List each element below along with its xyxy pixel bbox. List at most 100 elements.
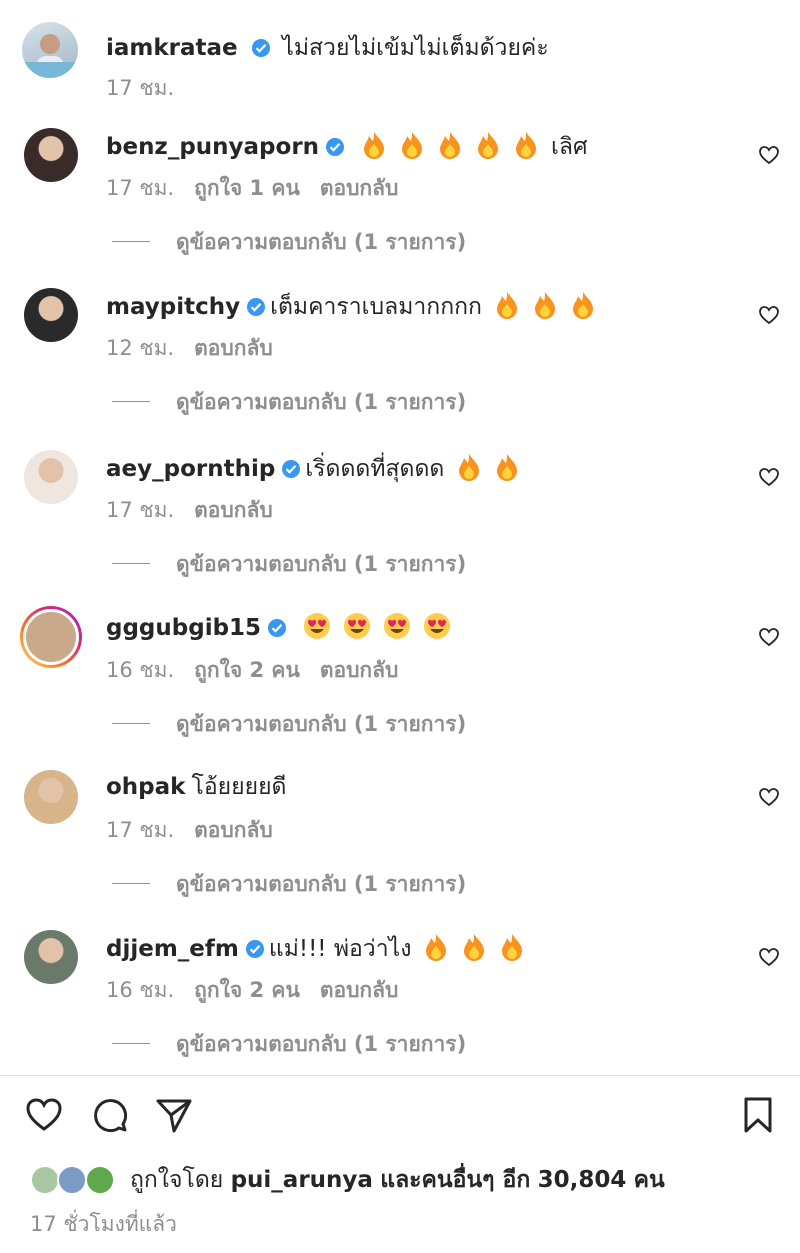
comment-body: gggubgib15 [106,612,451,643]
comment-text: เริ่ดดดที่สุดดด [305,456,445,482]
comment-username[interactable]: gggubgib15 [106,615,261,641]
post-time: 17 ชั่วโมงที่แล้ว [30,1212,177,1236]
comment-time: 17 ชม. [106,818,175,842]
fire-icon [364,132,385,159]
comment-like-heart-icon[interactable] [758,946,780,968]
bookmark-icon[interactable] [738,1095,778,1135]
liker-avatar [30,1165,60,1195]
replies-dash [112,400,150,402]
view-replies-button[interactable]: ดูข้อความตอบกลับ (1 รายการ) [112,386,466,419]
comment-like-heart-icon[interactable] [758,466,780,488]
verified-badge-icon [247,298,266,316]
reply-button[interactable]: ตอบกลับ [194,336,273,360]
reply-button[interactable]: ตอบกลับ [320,176,399,200]
comment-avatar[interactable] [24,450,78,504]
fire-icon [459,454,480,481]
liker-avatar [84,1165,115,1195]
likes-count[interactable]: 30,804 [538,1167,627,1193]
liker-avatar [57,1165,88,1195]
view-replies-button[interactable]: ดูข้อความตอบกลับ (1 รายการ) [112,1028,466,1061]
comment-like-count[interactable]: ถูกใจ 2 คน [194,978,300,1002]
likes-middle[interactable]: และคนอื่นๆ อีก [380,1167,530,1193]
comment-meta: 16 ชม. ถูกใจ 2 คน ตอบกลับ [106,974,418,1007]
view-replies-label: ดูข้อความตอบกลับ (1 รายการ) [176,712,467,736]
heart-eyes-emoji-icon [384,613,411,639]
fire-icon [464,934,485,961]
fire-icon [502,934,523,961]
caption-text: ไม่สวยไม่เข้มไม่เต็มด้วยค่ะ [282,35,549,61]
comment-time: 17 ชม. [106,176,175,200]
view-replies-label: ดูข้อความตอบกลับ (1 รายการ) [176,872,467,896]
reply-button[interactable]: ตอบกลับ [194,818,273,842]
post-caption: iamkratae ไม่สวยไม่เข้มไม่เต็มด้วยค่ะ 17… [22,22,782,112]
likes-suffix[interactable]: คน [634,1167,665,1193]
comment-text: โอ้ยยยยดี [191,774,287,800]
paper-plane-icon[interactable] [154,1095,194,1135]
reply-button[interactable]: ตอบกลับ [320,658,399,682]
fire-icon [426,934,447,961]
comment-username[interactable]: aey_pornthip [106,456,275,482]
comment-avatar[interactable] [24,128,78,182]
view-replies-button[interactable]: ดูข้อความตอบกลับ (1 รายการ) [112,708,466,741]
comment-like-heart-icon[interactable] [758,786,780,808]
comment-like-count[interactable]: ถูกใจ 1 คน [194,176,300,200]
verified-badge-icon [245,940,264,958]
comment-body: maypitchy เต็มคาราเบลมากกกก [106,290,596,322]
view-replies-label: ดูข้อความตอบกลับ (1 รายการ) [176,552,467,576]
fire-icon [535,292,555,319]
fire-icon [573,292,593,319]
caption-time: 17 ชม. [106,76,175,100]
likes-prefix: ถูกใจโดย [129,1167,224,1193]
comment-text: เต็มคาราเบลมากกกก [270,294,482,320]
replies-dash [112,1042,150,1044]
view-replies-label: ดูข้อความตอบกลับ (1 รายการ) [176,1032,467,1056]
view-replies-label: ดูข้อความตอบกลับ (1 รายการ) [176,390,467,414]
comment-like-heart-icon[interactable] [758,626,780,648]
replies-dash [112,562,150,564]
heart-eyes-emoji-icon [304,613,331,639]
comment-bubble-icon[interactable] [90,1095,130,1135]
action-bar [0,1095,800,1139]
verified-badge-icon [251,39,270,57]
comment-body: djjem_efm แม่!!! พ่อว่าไง [106,932,525,964]
comment-username[interactable]: benz_punyaporn [106,134,319,160]
comment-text: เลิศ [551,134,588,160]
comment-username[interactable]: maypitchy [106,294,240,320]
likes-summary: ถูกใจโดย pui_arunya และคนอื่นๆ อีก 30,80… [30,1162,665,1202]
liker-username[interactable]: pui_arunya [231,1167,373,1193]
view-replies-button[interactable]: ดูข้อความตอบกลับ (1 รายการ) [112,226,466,259]
verified-badge-icon [282,460,301,478]
comment-username[interactable]: djjem_efm [106,936,239,962]
comment-like-count[interactable]: ถูกใจ 2 คน [194,658,300,682]
caption-avatar[interactable] [22,22,78,78]
replies-dash [112,882,150,884]
comment-avatar[interactable] [24,288,78,342]
comment-time: 16 ชม. [106,658,175,682]
comment-time: 16 ชม. [106,978,175,1002]
replies-dash [112,722,150,724]
comment-meta: 17 ชม. ตอบกลับ [106,494,293,527]
comment-time: 17 ชม. [106,498,175,522]
fire-icon [497,454,518,481]
heart-eyes-emoji-icon [344,613,371,639]
reply-button[interactable]: ตอบกลับ [194,498,273,522]
comment-username[interactable]: ohpak [106,774,185,800]
divider [0,1075,800,1076]
comment-avatar[interactable] [24,930,78,984]
comment-body: ohpak โอ้ยยยยดี [106,772,286,802]
view-replies-button[interactable]: ดูข้อความตอบกลับ (1 รายการ) [112,868,466,901]
heart-outline-icon[interactable] [24,1095,64,1135]
reply-button[interactable]: ตอบกลับ [320,978,399,1002]
comment-avatar[interactable] [20,606,82,668]
comment-like-heart-icon[interactable] [758,304,780,326]
caption-username[interactable]: iamkratae [106,35,238,61]
comment-meta: 16 ชม. ถูกใจ 2 คน ตอบกลับ [106,654,418,687]
view-replies-button[interactable]: ดูข้อความตอบกลับ (1 รายการ) [112,548,466,581]
comment-avatar[interactable] [24,770,78,824]
comment-like-heart-icon[interactable] [758,144,780,166]
verified-badge-icon [326,138,345,156]
comment-body: benz_punyaporn เลิศ [106,130,588,162]
comment-body: aey_pornthip เริ่ดดดที่สุดดด [106,452,520,484]
fire-icon [402,132,423,159]
fire-icon [497,292,517,319]
